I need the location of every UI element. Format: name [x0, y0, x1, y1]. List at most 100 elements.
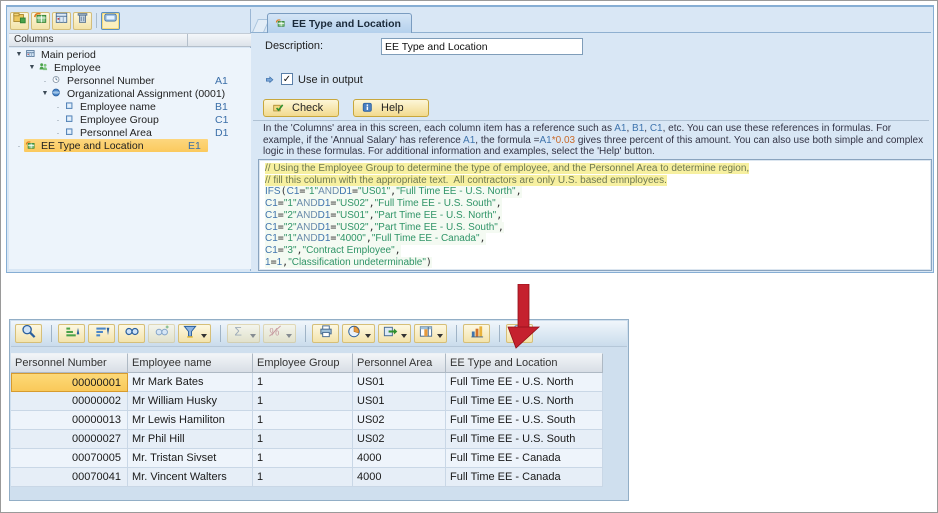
table-cell[interactable]: Mr William Husky	[128, 392, 253, 411]
annotation-arrow-down	[501, 284, 545, 350]
formula-code-line: 1=1,"Classification undeterminable")	[265, 257, 432, 269]
column-header-employee-name[interactable]: Employee name	[128, 353, 253, 373]
tree-leaf-bullet: ·	[40, 78, 50, 84]
column-header-personnel-number[interactable]: Personnel Number	[11, 353, 128, 373]
table-cell[interactable]: 00000027	[11, 430, 128, 449]
table-cell[interactable]: 00070041	[11, 468, 128, 487]
table-cell[interactable]: US01	[353, 373, 446, 392]
table-cell[interactable]: 4000	[353, 468, 446, 487]
tree-item-ee-type-and-location[interactable]: ·EE Type and LocationE1	[9, 139, 251, 152]
table-cell[interactable]: US02	[353, 411, 446, 430]
insert-formula-button[interactable]	[31, 12, 50, 30]
percentage-icon: %	[267, 324, 283, 344]
tree-item-employee-group[interactable]: ·Employee GroupC1	[9, 113, 251, 126]
column-header-ee-type-and-location[interactable]: EE Type and Location	[446, 353, 603, 373]
table-row[interactable]: 00070041Mr. Vincent Walters14000Full Tim…	[11, 468, 603, 487]
sort-desc-button[interactable]	[88, 324, 115, 343]
description-input[interactable]	[381, 38, 583, 55]
table-row[interactable]: 00000027Mr Phil Hill1US02Full Time EE - …	[11, 430, 603, 449]
table-cell[interactable]: Mr Lewis Hamiliton	[128, 411, 253, 430]
help-button-label: Help	[381, 102, 404, 114]
toolbar-separator	[305, 325, 306, 342]
check-button[interactable]: Check	[263, 99, 339, 117]
grid-header-row: Personnel NumberEmployee nameEmployee Gr…	[11, 353, 603, 373]
table-cell[interactable]: 1	[253, 468, 353, 487]
export-button[interactable]	[378, 324, 411, 343]
table-cell[interactable]: 1	[253, 373, 353, 392]
layout-button[interactable]	[414, 324, 447, 343]
table-cell[interactable]: 4000	[353, 449, 446, 468]
find-icon	[124, 324, 140, 344]
help-text-segment: *0.03	[552, 135, 575, 146]
employee-icon	[37, 62, 51, 74]
graphic-button[interactable]	[463, 324, 490, 343]
table-cell[interactable]: Full Time EE - U.S. South	[446, 430, 603, 449]
table-cell[interactable]: 00000013	[11, 411, 128, 430]
filter-button[interactable]	[178, 324, 211, 343]
delete-button[interactable]	[73, 12, 92, 30]
columns-tree: ▼ Main period▼Employee·Personnel NumberA1…	[9, 48, 251, 269]
table-cell[interactable]: 1	[253, 449, 353, 468]
tree-item-reference: D1	[215, 127, 228, 139]
table-cell[interactable]: Full Time EE - U.S. North	[446, 373, 603, 392]
tree-item-personnel-number[interactable]: ·Personnel NumberA1	[9, 74, 251, 87]
table-cell[interactable]: Mr Phil Hill	[128, 430, 253, 449]
table-cell[interactable]: Mr. Vincent Walters	[128, 468, 253, 487]
views-button[interactable]	[342, 324, 375, 343]
tree-expander-icon[interactable]: ▼	[40, 90, 50, 97]
description-label: Description:	[265, 40, 323, 52]
formula-editor[interactable]: // Using the Employee Group to determine…	[258, 159, 932, 271]
table-cell[interactable]: Full Time EE - Canada	[446, 449, 603, 468]
table-cell[interactable]: Mr Mark Bates	[128, 373, 253, 392]
tree-item-employee[interactable]: ▼Employee	[9, 61, 251, 74]
column-header-employee-group[interactable]: Employee Group	[253, 353, 353, 373]
sum-button: Σ	[227, 324, 260, 343]
help-text-segment: B1	[632, 123, 644, 134]
table-cell[interactable]: 1	[253, 411, 353, 430]
tree-item-personnel-area[interactable]: ·Personnel AreaD1	[9, 126, 251, 139]
table-row[interactable]: 00000002Mr William Husky1US01Full Time E…	[11, 392, 603, 411]
table-cell[interactable]: 1	[253, 392, 353, 411]
table-cell[interactable]: Full Time EE - U.S. South	[446, 411, 603, 430]
sort-asc-button[interactable]	[58, 324, 85, 343]
selected-cell[interactable]: 00000001	[11, 373, 128, 392]
details-button[interactable]	[15, 324, 42, 343]
display-toggle-button[interactable]	[101, 12, 120, 30]
column-header-personnel-area[interactable]: Personnel Area	[353, 353, 446, 373]
help-button[interactable]: Help	[353, 99, 429, 117]
column-editor-pane: EE Type and Location Description: ✓ Use …	[251, 7, 933, 272]
table-cell[interactable]: 00000002	[11, 392, 128, 411]
table-cell[interactable]: Full Time EE - Canada	[446, 468, 603, 487]
tree-expander-icon[interactable]: ▼	[27, 64, 37, 71]
print-button[interactable]	[312, 324, 339, 343]
formula-code-line: C1="1" AND D1="4000","Full Time EE - Can…	[265, 233, 486, 245]
table-row[interactable]: 00070005Mr. Tristan Sivset14000Full Time…	[11, 449, 603, 468]
formula-comment-line: // fill this column with the appropriate…	[265, 175, 931, 187]
table-cell[interactable]: US01	[353, 392, 446, 411]
tree-item-employee-name[interactable]: ·Employee nameB1	[9, 100, 251, 113]
insert-formula-icon	[33, 11, 48, 30]
insert-period-button[interactable]	[52, 12, 71, 30]
sort-desc-icon	[94, 324, 110, 344]
tree-item-main-period[interactable]: ▼ Main period	[9, 48, 251, 61]
use-in-output-checkbox[interactable]: ✓	[281, 73, 293, 85]
table-cell[interactable]: Mr. Tristan Sivset	[128, 449, 253, 468]
tree-item-organizational-assignment-0001-[interactable]: ▼Organizational Assignment (0001)	[9, 87, 251, 100]
tree-item-label: Main period	[41, 49, 96, 61]
table-cell[interactable]: Full Time EE - U.S. North	[446, 392, 603, 411]
toolbar-separator	[499, 325, 500, 342]
table-cell[interactable]: US02	[353, 430, 446, 449]
help-text-segment: , the formula	[475, 135, 533, 146]
table-cell[interactable]: 00070005	[11, 449, 128, 468]
table-cell[interactable]: 1	[253, 430, 353, 449]
find-button[interactable]	[118, 324, 145, 343]
percentage-button: %	[263, 324, 296, 343]
table-row[interactable]: 00000001Mr Mark Bates1US01Full Time EE -…	[11, 373, 603, 392]
insert-element-button[interactable]	[10, 12, 29, 30]
table-row[interactable]: 00000013Mr Lewis Hamiliton1US02Full Time…	[11, 411, 603, 430]
field-icon	[63, 127, 77, 139]
formula-code-line: C1="3","Contract Employee",	[265, 245, 401, 257]
tree-expander-icon[interactable]: ▼	[14, 51, 24, 58]
toolbar-separator	[220, 325, 221, 342]
tab-ee-type-and-location[interactable]: EE Type and Location	[267, 13, 412, 33]
